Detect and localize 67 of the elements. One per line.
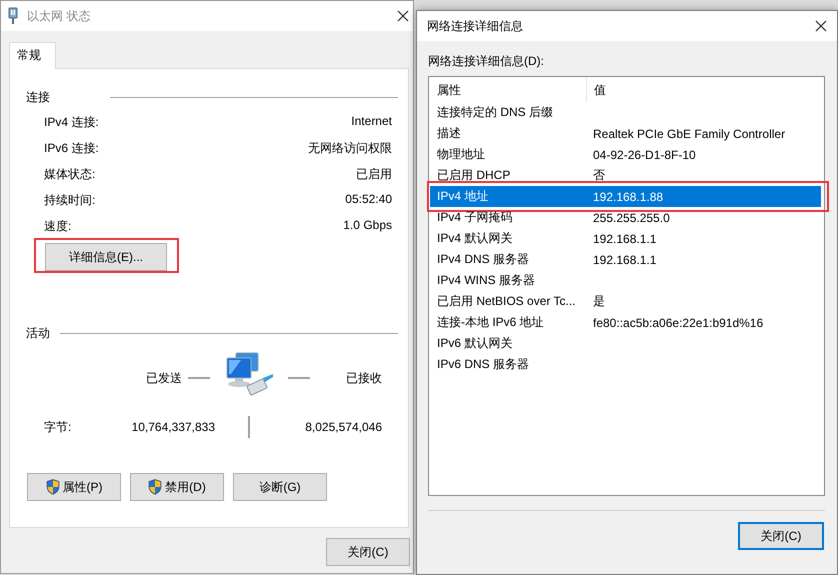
list-row[interactable]: 已启用 NetBIOS over Tc... 是 (430, 291, 821, 312)
property-cell-text: IPv4 默认网关 (436, 230, 514, 247)
list-row[interactable]: 描述 Realtek PCIe GbE Family Controller (430, 123, 821, 144)
list-row[interactable]: 连接特定的 DNS 后缀 (430, 102, 821, 123)
value-cell-text: 04-92-26-D1-8F-10 (592, 148, 696, 162)
window-title: 以太网 状态 (27, 8, 92, 24)
list-row[interactable]: IPv4 WINS 服务器 (430, 270, 821, 291)
list-row[interactable]: IPv4 默认网关 192.168.1.1 (430, 228, 821, 249)
value-cell-text: Realtek PCIe GbE Family Controller (592, 126, 786, 140)
value-cell-text: 192.168.1.88 (592, 190, 664, 204)
value-cell-text: fe80::ac5b:a06e:22e1:b91d%16 (592, 316, 764, 330)
field-value: 已启用 (356, 166, 392, 183)
list-row[interactable]: IPv4 DNS 服务器 192.168.1.1 (430, 249, 821, 270)
tab[interactable]: 常规 (9, 42, 56, 69)
list-row[interactable]: IPv6 默认网关 (430, 333, 821, 354)
column-header[interactable]: 属性 (430, 78, 587, 102)
field-label: IPv6 连接: (44, 140, 99, 157)
field-value: 无网络访问权限 (308, 140, 392, 157)
field-value: 05:52:40 (345, 192, 392, 208)
property-cell-text: 已启用 NetBIOS over Tc... (436, 293, 576, 310)
value-cell-text: 255.255.255.0 (592, 210, 670, 224)
sent-label: 已发送 (146, 370, 182, 386)
property-cell-text: IPv4 子网掩码 (436, 209, 514, 226)
list-row[interactable]: 已启用 DHCP 否 (430, 165, 821, 186)
bytes-label: 字节: (44, 420, 72, 434)
value-cell-text: 否 (592, 167, 605, 184)
column-header[interactable]: 值 (587, 82, 606, 98)
field-label: 速度: (44, 218, 72, 235)
property-cell-text: IPv6 默认网关 (436, 335, 514, 352)
list-row[interactable]: 连接-本地 IPv6 地址 fe80::ac5b:a06e:22e1:b91d%16 (430, 312, 821, 333)
bytes-received-value: 8,025,574,046 (305, 420, 382, 434)
network-adapter-icon (7, 7, 19, 25)
field-label: 持续时间: (44, 192, 96, 209)
field-label: 媒体状态: (44, 166, 96, 183)
property-cell-text: 描述 (436, 125, 462, 142)
list-label: 网络连接详细信息(D): (428, 53, 545, 70)
action-button[interactable]: 诊断(G) (233, 473, 327, 501)
value-cell-text: 是 (592, 293, 605, 310)
details-button[interactable]: 详细信息(E)... (45, 243, 167, 271)
property-cell-text: 已启用 DHCP (436, 167, 512, 184)
group-heading: 连接 (26, 89, 50, 106)
property-cell-text: 物理地址 (436, 146, 486, 163)
group-heading: 活动 (26, 325, 50, 342)
property-cell-text: IPv4 WINS 服务器 (436, 272, 536, 289)
property-cell-text: IPv4 DNS 服务器 (436, 251, 530, 268)
list-row[interactable]: IPv6 DNS 服务器 (430, 354, 821, 375)
list-row[interactable]: IPv4 地址 192.168.1.88 (430, 186, 821, 207)
window-title: 网络连接详细信息 (427, 18, 524, 34)
received-label: 已接收 (346, 370, 382, 386)
value-cell-text: 192.168.1.1 (592, 232, 656, 246)
action-button[interactable]: 禁用(D) (130, 473, 224, 501)
property-cell-text: IPv6 DNS 服务器 (436, 356, 530, 373)
close-icon[interactable] (815, 20, 827, 32)
property-cell-text: IPv4 地址 (436, 188, 490, 205)
property-cell-text: 连接-本地 IPv6 地址 (436, 314, 545, 331)
bytes-sent-value: 10,764,337,833 (132, 420, 215, 434)
close-button[interactable]: 关闭(C) (326, 538, 410, 566)
field-value: 1.0 Gbps (343, 218, 392, 234)
action-button[interactable]: 属性(P) (27, 473, 121, 501)
property-cell-text: 连接特定的 DNS 后缀 (436, 104, 554, 121)
field-label: IPv4 连接: (44, 114, 99, 131)
field-value: Internet (351, 114, 392, 130)
close-button[interactable]: 关闭(C) (738, 522, 824, 550)
close-icon[interactable] (397, 10, 409, 22)
value-cell-text: 192.168.1.1 (592, 252, 656, 266)
list-row[interactable]: 物理地址 04-92-26-D1-8F-10 (430, 144, 821, 165)
list-row[interactable]: IPv4 子网掩码 255.255.255.0 (430, 207, 821, 228)
